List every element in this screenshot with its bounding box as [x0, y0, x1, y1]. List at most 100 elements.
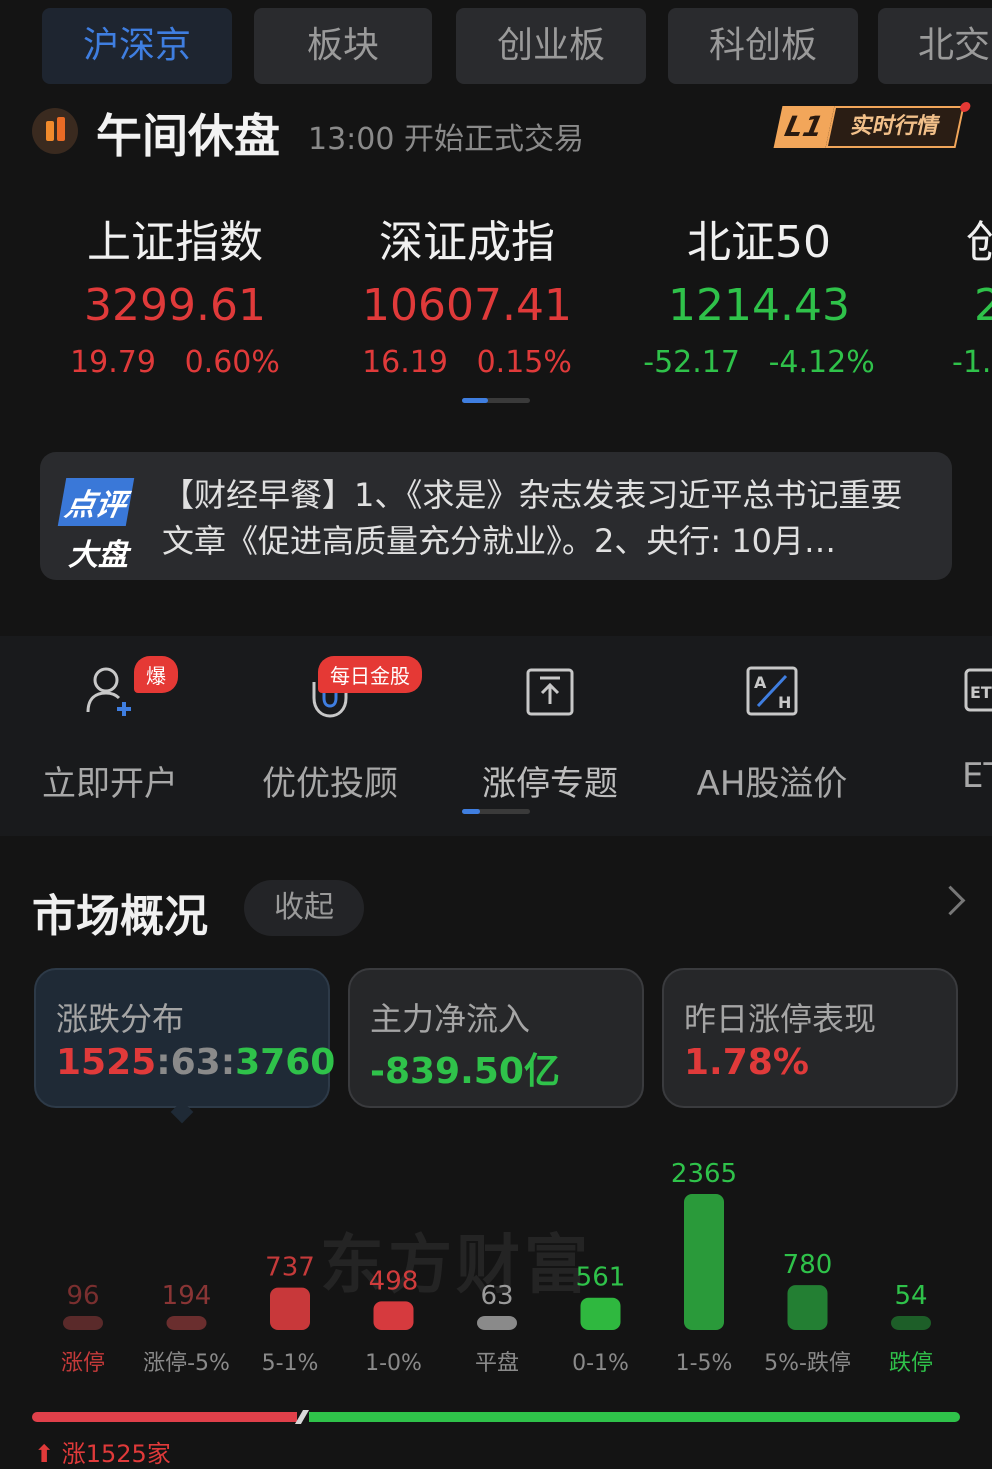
bar-value-label: 54: [894, 1281, 927, 1311]
market-status-title: 午间休盘: [96, 109, 280, 163]
index-change: 19.79 0.60%: [70, 345, 280, 380]
index-sse[interactable]: 上证指数 3299.61 19.79 0.60%: [30, 206, 320, 380]
bar-value-label: 2365: [671, 1159, 737, 1189]
ah-premium-icon: A H: [746, 666, 798, 716]
index-pager-indicator: [462, 398, 488, 403]
index-value: 1214.43: [668, 280, 850, 331]
index-change: -1.7: [952, 345, 992, 380]
candlestick-icon: [32, 108, 78, 154]
card-main-net-inflow[interactable]: 主力净流入 -839.50亿: [348, 968, 644, 1108]
l1-label: L1: [773, 106, 835, 148]
index-name: 创: [966, 217, 992, 268]
section-title: 市场概况: [32, 891, 208, 942]
up-count: 1525: [56, 1042, 157, 1083]
bar-value-label: 780: [783, 1250, 833, 1280]
chart-bar: [891, 1316, 931, 1330]
index-name: 深证成指: [379, 217, 555, 268]
bar-category-label: 平盘: [475, 1351, 519, 1376]
quick-pager-indicator: [462, 809, 480, 814]
card-title: 主力净流入: [370, 1000, 531, 1038]
quick-limit-up-topic[interactable]: 涨停专题: [450, 660, 650, 805]
bar-category-label: 涨停: [61, 1351, 105, 1376]
index-bse50[interactable]: 北证50 1214.43 -52.17 -4.12%: [614, 206, 904, 380]
index-value: 3299.61: [84, 280, 266, 331]
rise-fall-distribution-chart: 96 涨停 194 涨停-5% 737 5-1% 498 1-0% 63 平盘 561 0-1% 236…: [61, 1159, 933, 1376]
up-count-text: 涨1525家: [61, 1440, 171, 1468]
arrow-up-icon: ⬆: [34, 1440, 55, 1468]
tab-star-market[interactable]: 科创板: [668, 8, 858, 84]
index-chinext[interactable]: 创 2 -1.7: [950, 206, 992, 380]
logo-top-text: 点评: [57, 478, 135, 526]
user-add-icon: [86, 667, 131, 716]
bar-category-label: 1-5%: [676, 1351, 733, 1376]
tab-bse[interactable]: 北交: [878, 8, 992, 84]
chart-bar: [580, 1297, 621, 1330]
logo-bottom-text: 大盘: [68, 538, 128, 573]
card-yesterday-limit-up[interactable]: 昨日涨停表现 1.78%: [662, 968, 958, 1108]
etf-icon: ET: [964, 668, 992, 712]
index-change: 16.19 0.15%: [362, 345, 572, 380]
chevron-right-icon[interactable]: [935, 885, 966, 916]
svg-text:A: A: [754, 673, 767, 692]
quick-label: ET: [962, 756, 992, 796]
index-change: -52.17 -4.12%: [643, 345, 875, 380]
realtime-label: 实时行情: [825, 106, 965, 148]
quick-ah-premium[interactable]: A H AH股溢价: [672, 660, 872, 805]
quick-label: AH股溢价: [696, 764, 848, 804]
flat-count: :63:: [156, 1042, 236, 1083]
index-szse[interactable]: 深证成指 10607.41 16.19 0.15%: [322, 206, 612, 380]
index-value: 10607.41: [362, 280, 572, 331]
tab-chinext[interactable]: 创业板: [456, 8, 646, 84]
bar-category-label: 5%-跌停: [764, 1351, 851, 1376]
bar-value-label: 561: [576, 1263, 626, 1293]
bar-value-label: 498: [369, 1266, 419, 1296]
l1-realtime-badge[interactable]: L1 实时行情: [773, 102, 972, 148]
bar-value-label: 737: [265, 1253, 315, 1283]
bar-category-label: 涨停-5%: [143, 1351, 230, 1376]
collapse-button[interactable]: 收起: [244, 880, 364, 936]
bar-value-label: 63: [480, 1281, 513, 1311]
svg-text:ET: ET: [970, 683, 992, 702]
up-ratio-bar: [32, 1412, 297, 1422]
quick-etf[interactable]: ET ET: [920, 660, 992, 796]
card-value: 1.78%: [684, 1042, 809, 1083]
card-title: 涨跌分布: [56, 1000, 185, 1038]
daily-stock-badge: 每日金股: [318, 656, 422, 693]
up-count-label: ⬆ 涨1525家: [34, 1434, 171, 1469]
chart-bar: [684, 1194, 724, 1330]
chart-bar: [63, 1316, 103, 1330]
card-value: 1525:63:3760: [56, 1042, 335, 1083]
tab-hushenjing[interactable]: 沪深京: [42, 8, 232, 84]
bar-value-label: 96: [66, 1281, 99, 1311]
notification-dot: [959, 102, 972, 112]
market-status-subtitle: 13:00 开始正式交易: [308, 122, 584, 157]
chart-bar: [166, 1316, 207, 1330]
card-rise-fall-distribution[interactable]: 涨跌分布 1525:63:3760: [34, 968, 335, 1108]
card-value: -839.50亿: [370, 1051, 560, 1092]
flat-ratio-marker: [294, 1410, 310, 1424]
bar-category-label: 0-1%: [572, 1351, 629, 1376]
quick-label: 涨停专题: [482, 764, 618, 804]
down-ratio-bar: [309, 1412, 960, 1422]
chart-bar: [477, 1316, 517, 1330]
bar-value-label: 194: [162, 1281, 212, 1311]
chart-bar: [270, 1287, 310, 1330]
index-value: 2: [974, 280, 992, 331]
chart-bar: [373, 1301, 414, 1330]
market-review-logo: 点评 大盘: [57, 478, 142, 574]
bar-category-label: 1-0%: [365, 1351, 422, 1376]
index-name: 上证指数: [87, 217, 263, 268]
quick-open-account[interactable]: 立即开户: [10, 660, 210, 805]
upload-box-icon: [526, 668, 574, 716]
tab-sector[interactable]: 板块: [254, 8, 432, 84]
index-name: 北证50: [687, 217, 831, 268]
news-headline[interactable]: 【财经早餐】1、《求是》杂志发表习近平总书记重要文章《促进高质量充分就业》。2、…: [162, 472, 932, 564]
hot-badge: 爆: [134, 656, 178, 693]
chart-bar: [787, 1285, 828, 1330]
bar-category-label: 5-1%: [262, 1351, 319, 1376]
bar-category-label: 跌停: [889, 1351, 933, 1376]
card-title: 昨日涨停表现: [684, 1000, 877, 1038]
quick-label: 立即开户: [42, 764, 178, 804]
quick-label: 优优投顾: [262, 764, 398, 804]
svg-text:H: H: [778, 693, 791, 712]
